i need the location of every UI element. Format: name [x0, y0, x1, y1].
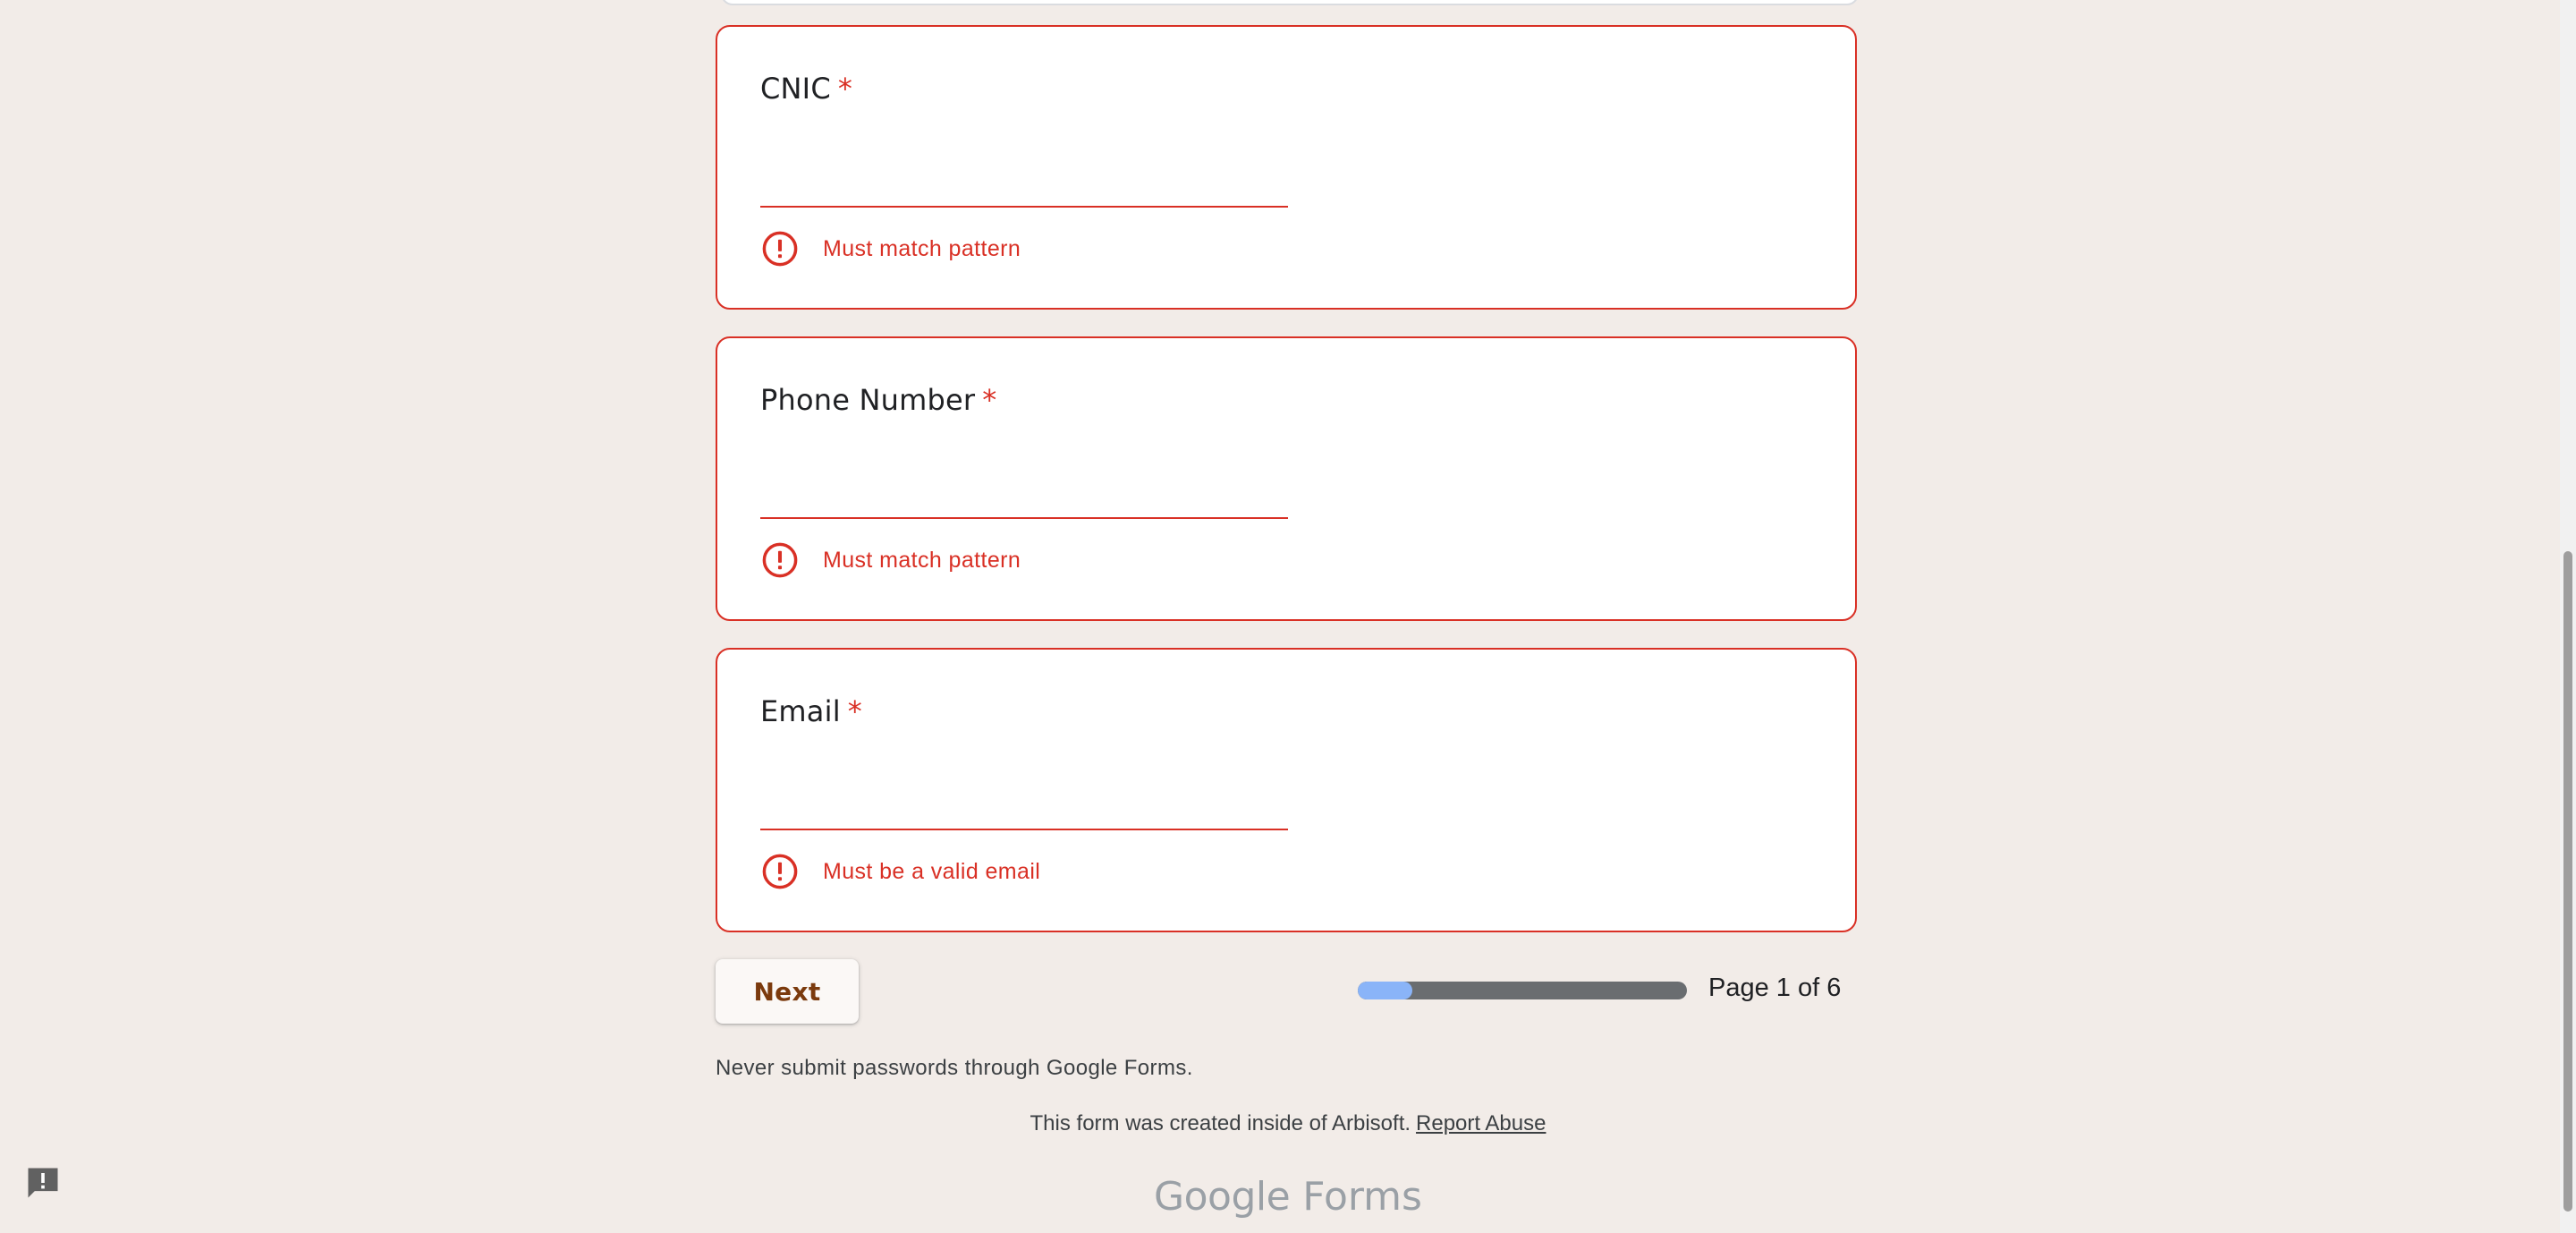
question-title: Phone Number * — [760, 383, 996, 417]
form-page: CNIC * Must match pattern Phone Number * M… — [0, 0, 2576, 1233]
question-title-text: CNIC — [760, 72, 831, 106]
page-indicator: Page 1 of 6 — [1708, 974, 1842, 1002]
error-circle-icon — [762, 231, 798, 267]
question-title: Email * — [760, 694, 862, 728]
report-feedback-icon[interactable] — [23, 1163, 63, 1203]
error-message: Must match pattern — [823, 547, 1021, 573]
form-origin-notice: This form was created inside of Arbisoft… — [0, 1111, 2576, 1136]
validation-error: Must match pattern — [760, 540, 1021, 580]
validation-error: Must match pattern — [760, 229, 1021, 268]
email-input[interactable] — [760, 784, 1288, 830]
question-title: CNIC * — [760, 72, 852, 106]
progress-bar-fill — [1358, 982, 1413, 999]
previous-question-card — [721, 0, 1859, 5]
required-asterisk: * — [982, 383, 997, 417]
next-button[interactable]: Next — [716, 959, 859, 1024]
report-abuse-link[interactable]: Report Abuse — [1416, 1111, 1546, 1135]
error-message: Must be a valid email — [823, 858, 1041, 884]
brand-google-text: Google — [1154, 1174, 1291, 1220]
phone-number-input[interactable] — [760, 472, 1288, 519]
password-warning: Never submit passwords through Google Fo… — [716, 1056, 1193, 1080]
error-message: Must match pattern — [823, 235, 1021, 261]
error-circle-icon — [762, 542, 798, 578]
required-asterisk: * — [847, 694, 862, 728]
question-card-phone-number: Phone Number * Must match pattern — [716, 336, 1857, 621]
brand-forms-text: Forms — [1302, 1174, 1422, 1220]
cnic-input[interactable] — [760, 161, 1288, 208]
created-inside-text: This form was created inside of Arbisoft… — [1030, 1111, 1411, 1135]
progress-bar — [1358, 982, 1687, 999]
question-title-text: Phone Number — [760, 383, 976, 417]
validation-error: Must be a valid email — [760, 852, 1040, 891]
question-card-email: Email * Must be a valid email — [716, 648, 1857, 932]
page-scrollbar[interactable] — [2560, 0, 2576, 1233]
question-title-text: Email — [760, 694, 841, 728]
required-asterisk: * — [837, 72, 853, 106]
question-card-cnic: CNIC * Must match pattern — [716, 25, 1857, 310]
error-circle-icon — [762, 854, 798, 889]
google-forms-logo[interactable]: Google Forms — [0, 1174, 2576, 1220]
scrollbar-thumb[interactable] — [2563, 551, 2572, 1212]
